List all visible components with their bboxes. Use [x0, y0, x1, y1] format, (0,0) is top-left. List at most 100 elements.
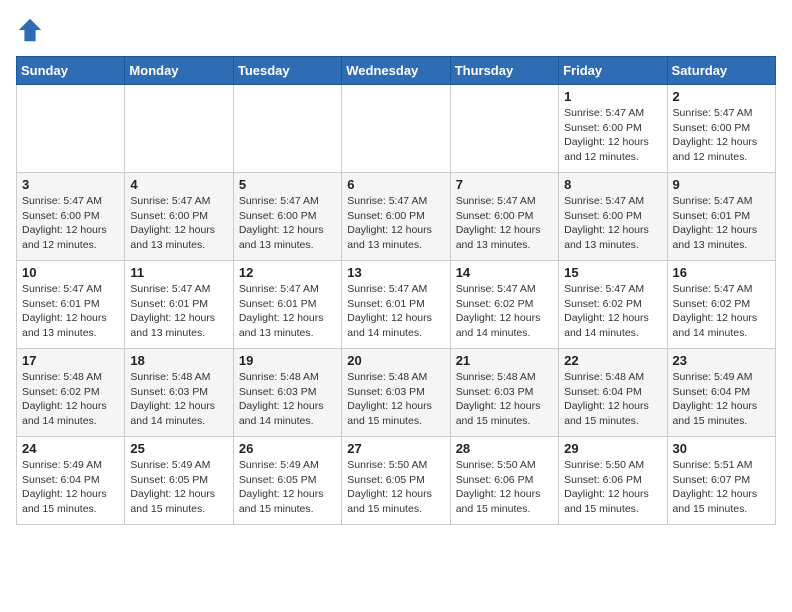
- day-info: Sunrise: 5:48 AM Sunset: 6:03 PM Dayligh…: [347, 370, 444, 429]
- week-row-4: 17 Sunrise: 5:48 AM Sunset: 6:02 PM Dayli…: [17, 349, 776, 437]
- day-number: 25: [130, 441, 227, 456]
- day-info: Sunrise: 5:47 AM Sunset: 6:02 PM Dayligh…: [456, 282, 553, 341]
- day-cell: 6 Sunrise: 5:47 AM Sunset: 6:00 PM Daylig…: [342, 173, 450, 261]
- day-info: Sunrise: 5:48 AM Sunset: 6:02 PM Dayligh…: [22, 370, 119, 429]
- day-cell: 2 Sunrise: 5:47 AM Sunset: 6:00 PM Daylig…: [667, 85, 775, 173]
- day-number: 19: [239, 353, 336, 368]
- day-info: Sunrise: 5:47 AM Sunset: 6:00 PM Dayligh…: [22, 194, 119, 253]
- weekday-header-friday: Friday: [559, 57, 667, 85]
- day-number: 6: [347, 177, 444, 192]
- day-number: 21: [456, 353, 553, 368]
- day-cell: [233, 85, 341, 173]
- day-cell: 7 Sunrise: 5:47 AM Sunset: 6:00 PM Daylig…: [450, 173, 558, 261]
- day-number: 30: [673, 441, 770, 456]
- day-info: Sunrise: 5:47 AM Sunset: 6:00 PM Dayligh…: [239, 194, 336, 253]
- day-info: Sunrise: 5:49 AM Sunset: 6:04 PM Dayligh…: [22, 458, 119, 517]
- day-cell: 4 Sunrise: 5:47 AM Sunset: 6:00 PM Daylig…: [125, 173, 233, 261]
- day-cell: 19 Sunrise: 5:48 AM Sunset: 6:03 PM Dayli…: [233, 349, 341, 437]
- day-number: 20: [347, 353, 444, 368]
- day-info: Sunrise: 5:47 AM Sunset: 6:02 PM Dayligh…: [673, 282, 770, 341]
- day-number: 16: [673, 265, 770, 280]
- day-info: Sunrise: 5:51 AM Sunset: 6:07 PM Dayligh…: [673, 458, 770, 517]
- day-cell: 11 Sunrise: 5:47 AM Sunset: 6:01 PM Dayli…: [125, 261, 233, 349]
- day-cell: 16 Sunrise: 5:47 AM Sunset: 6:02 PM Dayli…: [667, 261, 775, 349]
- day-cell: 23 Sunrise: 5:49 AM Sunset: 6:04 PM Dayli…: [667, 349, 775, 437]
- day-info: Sunrise: 5:48 AM Sunset: 6:03 PM Dayligh…: [456, 370, 553, 429]
- day-cell: 20 Sunrise: 5:48 AM Sunset: 6:03 PM Dayli…: [342, 349, 450, 437]
- day-number: 14: [456, 265, 553, 280]
- week-row-1: 1 Sunrise: 5:47 AM Sunset: 6:00 PM Daylig…: [17, 85, 776, 173]
- day-info: Sunrise: 5:49 AM Sunset: 6:04 PM Dayligh…: [673, 370, 770, 429]
- day-info: Sunrise: 5:47 AM Sunset: 6:00 PM Dayligh…: [564, 194, 661, 253]
- logo-icon: [16, 16, 44, 44]
- day-info: Sunrise: 5:47 AM Sunset: 6:01 PM Dayligh…: [347, 282, 444, 341]
- day-number: 28: [456, 441, 553, 456]
- day-cell: 29Sunrise: 5:50 AM Sunset: 6:06 PM Dayli…: [559, 437, 667, 525]
- day-cell: 9Sunrise: 5:47 AM Sunset: 6:01 PM Daylig…: [667, 173, 775, 261]
- day-cell: 3 Sunrise: 5:47 AM Sunset: 6:00 PM Daylig…: [17, 173, 125, 261]
- day-cell: 25 Sunrise: 5:49 AM Sunset: 6:05 PM Dayli…: [125, 437, 233, 525]
- day-number: 24: [22, 441, 119, 456]
- day-number: 12: [239, 265, 336, 280]
- day-info: Sunrise: 5:48 AM Sunset: 6:03 PM Dayligh…: [130, 370, 227, 429]
- day-number: 1: [564, 89, 661, 104]
- day-cell: 8 Sunrise: 5:47 AM Sunset: 6:00 PM Daylig…: [559, 173, 667, 261]
- day-info: Sunrise: 5:47 AM Sunset: 6:01 PM Dayligh…: [22, 282, 119, 341]
- day-number: 8: [564, 177, 661, 192]
- day-info: Sunrise: 5:47 AM Sunset: 6:01 PM Dayligh…: [130, 282, 227, 341]
- day-cell: 5 Sunrise: 5:47 AM Sunset: 6:00 PM Daylig…: [233, 173, 341, 261]
- day-info: Sunrise: 5:50 AM Sunset: 6:06 PM Dayligh…: [456, 458, 553, 517]
- day-cell: 13 Sunrise: 5:47 AM Sunset: 6:01 PM Dayli…: [342, 261, 450, 349]
- day-info: Sunrise: 5:48 AM Sunset: 6:04 PM Dayligh…: [564, 370, 661, 429]
- day-cell: 17 Sunrise: 5:48 AM Sunset: 6:02 PM Dayli…: [17, 349, 125, 437]
- day-cell: 22 Sunrise: 5:48 AM Sunset: 6:04 PM Dayli…: [559, 349, 667, 437]
- day-cell: 28 Sunrise: 5:50 AM Sunset: 6:06 PM Dayli…: [450, 437, 558, 525]
- day-cell: 24 Sunrise: 5:49 AM Sunset: 6:04 PM Dayli…: [17, 437, 125, 525]
- day-number: 27: [347, 441, 444, 456]
- day-info: Sunrise: 5:50 AM Sunset: 6:06 PM Dayligh…: [564, 458, 661, 517]
- day-cell: [125, 85, 233, 173]
- day-cell: 10Sunrise: 5:47 AM Sunset: 6:01 PM Dayli…: [17, 261, 125, 349]
- day-cell: 27 Sunrise: 5:50 AM Sunset: 6:05 PM Dayli…: [342, 437, 450, 525]
- weekday-header-thursday: Thursday: [450, 57, 558, 85]
- day-info: Sunrise: 5:49 AM Sunset: 6:05 PM Dayligh…: [239, 458, 336, 517]
- day-number: 3: [22, 177, 119, 192]
- day-number: 17: [22, 353, 119, 368]
- weekday-header-sunday: Sunday: [17, 57, 125, 85]
- day-info: Sunrise: 5:47 AM Sunset: 6:00 PM Dayligh…: [564, 106, 661, 165]
- day-number: 9: [673, 177, 770, 192]
- day-info: Sunrise: 5:47 AM Sunset: 6:00 PM Dayligh…: [456, 194, 553, 253]
- day-info: Sunrise: 5:49 AM Sunset: 6:05 PM Dayligh…: [130, 458, 227, 517]
- day-number: 26: [239, 441, 336, 456]
- day-number: 23: [673, 353, 770, 368]
- day-number: 7: [456, 177, 553, 192]
- day-info: Sunrise: 5:47 AM Sunset: 6:00 PM Dayligh…: [673, 106, 770, 165]
- day-number: 11: [130, 265, 227, 280]
- calendar-table: SundayMondayTuesdayWednesdayThursdayFrid…: [16, 56, 776, 525]
- day-cell: 14 Sunrise: 5:47 AM Sunset: 6:02 PM Dayli…: [450, 261, 558, 349]
- day-number: 5: [239, 177, 336, 192]
- logo: [16, 16, 48, 44]
- day-number: 22: [564, 353, 661, 368]
- day-cell: [450, 85, 558, 173]
- day-info: Sunrise: 5:50 AM Sunset: 6:05 PM Dayligh…: [347, 458, 444, 517]
- day-info: Sunrise: 5:47 AM Sunset: 6:01 PM Dayligh…: [239, 282, 336, 341]
- week-row-3: 10Sunrise: 5:47 AM Sunset: 6:01 PM Dayli…: [17, 261, 776, 349]
- day-cell: [17, 85, 125, 173]
- day-cell: [342, 85, 450, 173]
- day-cell: 21 Sunrise: 5:48 AM Sunset: 6:03 PM Dayli…: [450, 349, 558, 437]
- day-number: 13: [347, 265, 444, 280]
- day-number: 2: [673, 89, 770, 104]
- day-cell: 30 Sunrise: 5:51 AM Sunset: 6:07 PM Dayli…: [667, 437, 775, 525]
- day-info: Sunrise: 5:48 AM Sunset: 6:03 PM Dayligh…: [239, 370, 336, 429]
- day-cell: 15Sunrise: 5:47 AM Sunset: 6:02 PM Dayli…: [559, 261, 667, 349]
- week-row-5: 24 Sunrise: 5:49 AM Sunset: 6:04 PM Dayli…: [17, 437, 776, 525]
- day-info: Sunrise: 5:47 AM Sunset: 6:00 PM Dayligh…: [347, 194, 444, 253]
- calendar-header: SundayMondayTuesdayWednesdayThursdayFrid…: [17, 57, 776, 85]
- day-info: Sunrise: 5:47 AM Sunset: 6:00 PM Dayligh…: [130, 194, 227, 253]
- day-cell: 1 Sunrise: 5:47 AM Sunset: 6:00 PM Daylig…: [559, 85, 667, 173]
- day-cell: 12 Sunrise: 5:47 AM Sunset: 6:01 PM Dayli…: [233, 261, 341, 349]
- day-cell: 18Sunrise: 5:48 AM Sunset: 6:03 PM Dayli…: [125, 349, 233, 437]
- weekday-header-monday: Monday: [125, 57, 233, 85]
- day-number: 4: [130, 177, 227, 192]
